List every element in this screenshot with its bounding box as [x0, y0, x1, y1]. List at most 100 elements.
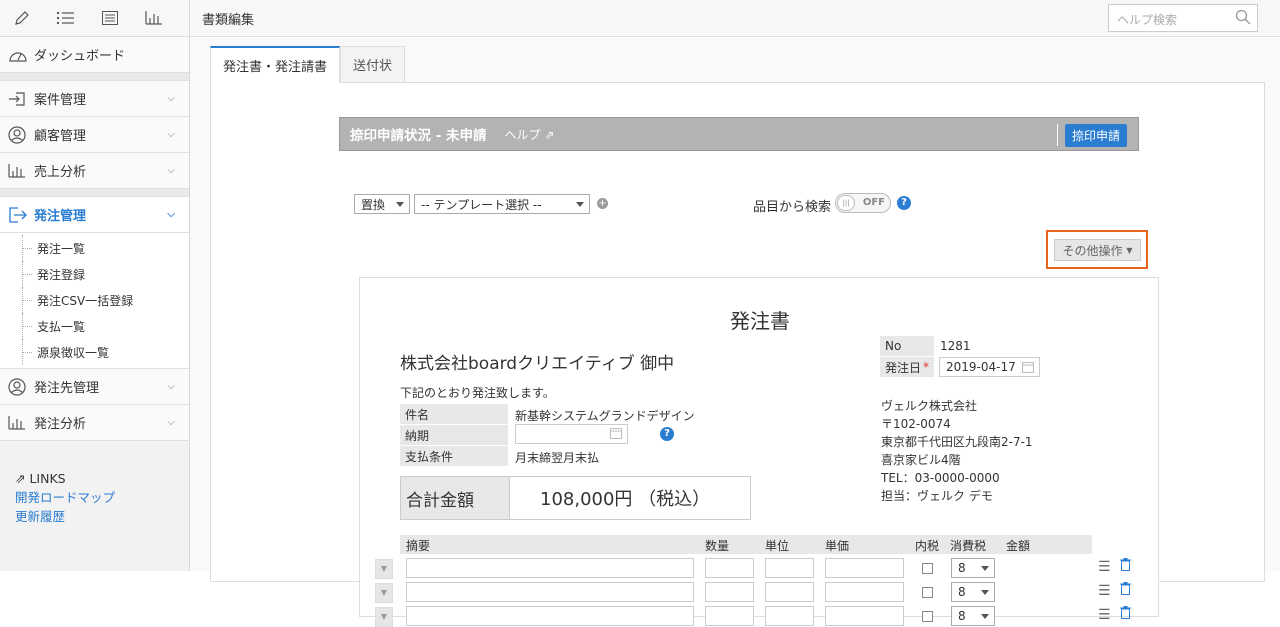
- subject-value[interactable]: 新基幹システムグランドデザイン: [515, 407, 695, 424]
- deadline-input[interactable]: [515, 424, 628, 444]
- calendar-icon[interactable]: [610, 427, 622, 442]
- sidebar-item-sales-analysis[interactable]: 売上分析 ⌵: [0, 153, 189, 189]
- unit-input[interactable]: [765, 558, 814, 578]
- trash-icon[interactable]: [1120, 606, 1131, 622]
- unit-input[interactable]: [765, 582, 814, 602]
- order-date-input[interactable]: 2019-04-17: [939, 357, 1040, 377]
- quantity-input[interactable]: [705, 582, 754, 602]
- description-input[interactable]: [406, 582, 694, 602]
- sidebar-item-label: 売上分析: [34, 161, 86, 180]
- sidebar-item-projects[interactable]: 案件管理 ⌵: [0, 81, 189, 117]
- calendar-icon[interactable]: [1022, 361, 1034, 376]
- sidebar-subitem-order-list[interactable]: 発注一覧: [0, 235, 189, 261]
- unit-price-input[interactable]: [825, 558, 904, 578]
- help-icon[interactable]: ?: [660, 427, 674, 441]
- unit-price-input[interactable]: [825, 606, 904, 626]
- drag-handle-icon[interactable]: ☰: [1098, 607, 1111, 623]
- stamp-status: 捺印申請状況 - 未申請: [350, 124, 487, 144]
- row-menu-button[interactable]: ▼: [375, 583, 393, 603]
- template-select[interactable]: -- テンプレート選択 --: [414, 194, 590, 214]
- stamp-status-bar: 捺印申請状況 - 未申請 ヘルプ ⇗ 捺印申請: [339, 117, 1139, 151]
- sidebar-item-orders[interactable]: 発注管理 ⌵: [0, 197, 189, 233]
- chevron-down-icon: [576, 202, 584, 207]
- col-quantity: 数量: [705, 537, 729, 554]
- item-search-label: 品目から検索: [753, 196, 831, 215]
- sidebar-item-label: 顧客管理: [34, 125, 86, 144]
- col-description: 摘要: [406, 537, 430, 554]
- chevron-down-icon: ⌵: [167, 165, 175, 176]
- chevron-down-icon: ⌵: [167, 417, 175, 428]
- col-unit-price: 単価: [825, 537, 849, 554]
- links-section: ⇗ LINKS 開発ロードマップ 更新履歴: [15, 469, 115, 526]
- trash-icon[interactable]: [1120, 558, 1131, 575]
- bar-chart-icon[interactable]: [132, 11, 176, 25]
- row-menu-button[interactable]: ▼: [375, 607, 393, 627]
- links-title: ⇗ LINKS: [15, 469, 115, 488]
- sidebar-item-suppliers[interactable]: 発注先管理 ⌵: [0, 369, 189, 405]
- chevron-down-icon: [981, 566, 989, 571]
- stamp-request-button[interactable]: 捺印申請: [1065, 124, 1127, 147]
- page-title: 書類編集: [202, 9, 254, 28]
- sidebar-item-customers[interactable]: 顧客管理 ⌵: [0, 117, 189, 153]
- tax-rate-select[interactable]: 8: [951, 582, 995, 602]
- sidebar-item-dashboard[interactable]: ダッシュボード: [0, 37, 189, 73]
- sidebar-subitem-order-register[interactable]: 発注登録: [0, 261, 189, 287]
- drag-handle-icon[interactable]: ☰: [1098, 559, 1111, 575]
- other-actions-button[interactable]: その他操作 ▼: [1054, 239, 1141, 261]
- sidebar-subitem-withholding-list[interactable]: 源泉徴収一覧: [0, 339, 189, 365]
- replace-select[interactable]: 置換: [354, 194, 410, 214]
- tax-included-checkbox[interactable]: [922, 587, 933, 598]
- document-title: 発注書: [360, 305, 1160, 334]
- description-input[interactable]: [406, 606, 694, 626]
- external-link-icon: ⇗: [544, 128, 554, 142]
- help-search-input[interactable]: ヘルプ検索: [1108, 4, 1258, 32]
- user-circle-icon: [8, 126, 30, 144]
- link-changelog[interactable]: 更新履歴: [15, 507, 115, 526]
- quantity-input[interactable]: [705, 558, 754, 578]
- bar-chart-icon: [8, 416, 30, 430]
- trash-icon[interactable]: [1120, 582, 1131, 598]
- total-value: 108,000円 （税込）: [510, 476, 751, 520]
- help-icon[interactable]: ?: [897, 196, 911, 210]
- search-icon[interactable]: [1235, 9, 1251, 28]
- drag-handle-icon[interactable]: ☰: [1098, 583, 1111, 599]
- add-template-icon[interactable]: +: [597, 198, 608, 209]
- intro-note: 下記のとおり発注致します。: [400, 384, 555, 401]
- payment-terms-value[interactable]: 月末締翌月末払: [515, 449, 599, 466]
- quantity-input[interactable]: [705, 606, 754, 626]
- order-document: 発注書 株式会社boardクリエイティブ 御中 下記のとおり発注致します。 件名…: [359, 277, 1159, 617]
- sidebar-subitem-order-csv[interactable]: 発注CSV一括登録: [0, 287, 189, 313]
- unit-input[interactable]: [765, 606, 814, 626]
- tax-rate-select[interactable]: 8: [951, 558, 995, 578]
- unit-price-input[interactable]: [825, 582, 904, 602]
- tax-rate-select[interactable]: 8: [951, 606, 995, 626]
- pencil-icon[interactable]: [0, 10, 44, 26]
- order-date-label: 発注日*: [880, 357, 934, 377]
- sidebar-item-order-analysis[interactable]: 発注分析 ⌵: [0, 405, 189, 441]
- tab-cover-letter[interactable]: 送付状: [340, 46, 405, 82]
- payment-terms-label: 支払条件: [400, 446, 508, 466]
- tab-order-form[interactable]: 発注書・発注請書: [210, 46, 340, 83]
- stamp-help-link[interactable]: ヘルプ ⇗: [505, 126, 555, 143]
- main-content: 発注書・発注請書 送付状 捺印申請状況 - 未申請 ヘルプ ⇗ 捺印申請 置換 …: [190, 38, 1280, 571]
- user-circle-icon: [8, 378, 30, 396]
- link-roadmap[interactable]: 開発ロードマップ: [15, 488, 115, 507]
- tax-included-checkbox[interactable]: [922, 563, 933, 574]
- list-icon[interactable]: [44, 11, 88, 25]
- highlight-box: その他操作 ▼: [1046, 230, 1148, 269]
- subject-label: 件名: [400, 404, 508, 424]
- sidebar-item-label: ダッシュボード: [34, 45, 125, 64]
- sidebar-item-label: 発注管理: [34, 205, 86, 224]
- detail-list-icon[interactable]: [88, 11, 132, 25]
- chevron-down-icon: ⌵: [167, 129, 175, 140]
- description-input[interactable]: [406, 558, 694, 578]
- item-search-toggle[interactable]: ||| OFF: [835, 193, 891, 213]
- dashboard-icon: [8, 47, 30, 63]
- chevron-down-icon: ⌵: [167, 381, 175, 392]
- tax-included-checkbox[interactable]: [922, 611, 933, 622]
- caret-down-icon: ▼: [1126, 246, 1132, 255]
- deadline-label: 納期: [400, 425, 508, 445]
- row-menu-button[interactable]: ▼: [375, 559, 393, 579]
- sidebar-subitem-payment-list[interactable]: 支払一覧: [0, 313, 189, 339]
- col-tax-included: 内税: [915, 537, 939, 554]
